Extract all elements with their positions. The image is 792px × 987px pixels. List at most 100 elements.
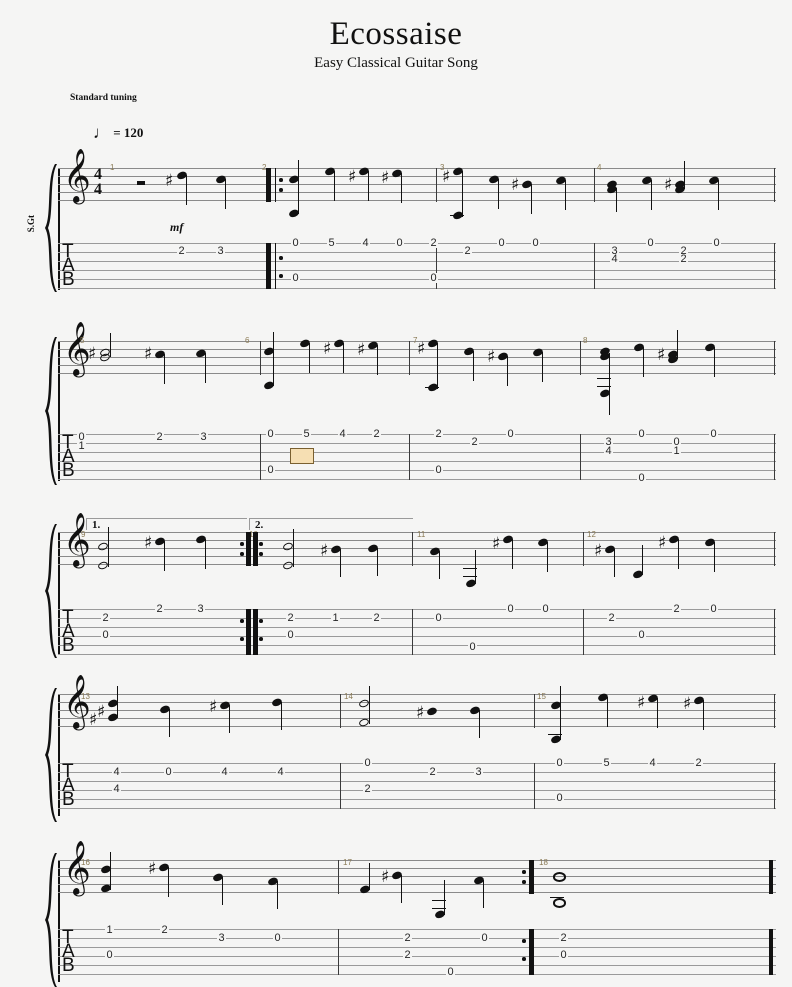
tab-fret-number[interactable]: 0 (506, 604, 516, 615)
tab-fret-number[interactable]: 3 (216, 246, 226, 257)
note-stem (108, 527, 110, 567)
tab-fret-number[interactable]: 2 (429, 238, 439, 249)
note-stem (309, 343, 311, 373)
tab-fret-number[interactable]: 3 (196, 604, 206, 615)
final-barline-tab (769, 929, 773, 975)
tab-fret-number[interactable]: 0 (531, 238, 541, 249)
tab-fret-number[interactable]: 1 (331, 613, 341, 624)
sharp-accidental-icon: ♯ (492, 534, 501, 554)
tab-fret-number[interactable]: 2 (428, 767, 438, 778)
tab-fret-number[interactable]: 2 (470, 437, 480, 448)
tab-fret-number[interactable]: 2 (155, 604, 165, 615)
tab-fret-number[interactable]: 0 (555, 793, 565, 804)
repeat-dot (522, 880, 526, 884)
tab-fret-number[interactable]: 2 (177, 246, 187, 257)
tab-fret-number[interactable]: 2 (607, 613, 617, 624)
barline-tab (594, 243, 596, 289)
tab-fret-number[interactable]: 0 (541, 604, 551, 615)
tab-fret-number[interactable]: 4 (361, 238, 371, 249)
tab-fret-number[interactable]: 0 (101, 630, 111, 641)
tab-fret-number[interactable]: 0 (709, 604, 719, 615)
barline-end (774, 694, 776, 728)
sharp-accidental-icon: ♯ (320, 541, 329, 561)
tab-fret-number[interactable]: 0 (637, 473, 647, 484)
barline (580, 341, 582, 375)
tab-fret-number[interactable]: 2 (679, 254, 689, 265)
tab-fret-number[interactable]: 0 (712, 238, 722, 249)
tab-fret-number[interactable]: 2 (101, 613, 111, 624)
tab-fret-number[interactable]: 4 (220, 767, 230, 778)
tab-fret-number[interactable]: 0 (273, 933, 283, 944)
note-stem (657, 698, 659, 728)
tab-fret-number[interactable]: 1 (672, 446, 682, 457)
tab-fret-number[interactable]: 2 (434, 429, 444, 440)
barline-tab (340, 763, 342, 809)
sharp-accidental-icon: ♯ (417, 339, 426, 359)
tab-fret-number[interactable]: 0 (266, 465, 276, 476)
tab-fret-number[interactable]: 2 (372, 429, 382, 440)
tab-fret-number[interactable]: 0 (291, 273, 301, 284)
tab-fret-number[interactable]: 0 (709, 429, 719, 440)
tab-fret-number[interactable]: 4 (112, 784, 122, 795)
measure-number: 16 (81, 858, 90, 867)
tab-fret-number[interactable]: 0 (429, 273, 439, 284)
sharp-accidental-icon: ♯ (416, 703, 425, 723)
measure-number: 14 (344, 692, 353, 701)
repeat-dot (279, 256, 283, 260)
tab-fret-number[interactable]: 5 (327, 238, 337, 249)
tab-fret-number[interactable]: 2 (155, 432, 165, 443)
tab-fret-number[interactable]: 0 (480, 933, 490, 944)
tab-fret-number[interactable]: 4 (610, 254, 620, 265)
tab-fret-number[interactable]: 0 (164, 767, 174, 778)
note-stem (277, 881, 279, 909)
note-stem (439, 551, 441, 579)
barline-tab (409, 434, 411, 480)
tab-fret-number[interactable]: 4 (112, 767, 122, 778)
tab-fret-number[interactable]: 0 (559, 950, 569, 961)
tab-fret-number[interactable]: 1 (105, 925, 115, 936)
tab-fret-number[interactable]: 2 (160, 925, 170, 936)
tab-fret-number[interactable]: 0 (646, 238, 656, 249)
tab-fret-number[interactable]: 0 (266, 429, 276, 440)
tab-fret-number[interactable]: 1 (77, 441, 87, 452)
tab-fret-number[interactable]: 0 (446, 967, 456, 978)
repeat-dot (259, 619, 263, 623)
tab-fret-number[interactable]: 0 (468, 642, 478, 653)
tab-fret-number[interactable]: 2 (559, 933, 569, 944)
tab-fret-number[interactable]: 0 (506, 429, 516, 440)
barline (409, 341, 411, 375)
tab-fret-number[interactable]: 0 (637, 630, 647, 641)
tab-fret-number[interactable]: 0 (434, 613, 444, 624)
tab-fret-number[interactable]: 2 (694, 758, 704, 769)
tab-letter-b: B (62, 789, 75, 810)
tab-fret-number[interactable]: 4 (338, 429, 348, 440)
tab-fret-number[interactable]: 2 (403, 933, 413, 944)
tab-fret-number[interactable]: 2 (372, 613, 382, 624)
tab-fret-number[interactable]: 2 (363, 784, 373, 795)
tab-fret-number[interactable]: 0 (395, 238, 405, 249)
tab-fret-number[interactable]: 4 (276, 767, 286, 778)
tab-fret-number[interactable]: 0 (555, 758, 565, 769)
tab-fret-number[interactable]: 0 (497, 238, 507, 249)
note-stem (225, 179, 227, 209)
tab-fret-number[interactable]: 3 (474, 767, 484, 778)
tab-fret-number[interactable]: 3 (217, 933, 227, 944)
tab-fret-number[interactable]: 5 (602, 758, 612, 769)
tab-fret-number[interactable]: 2 (286, 613, 296, 624)
tab-fret-number[interactable]: 0 (637, 429, 647, 440)
tab-fret-number[interactable]: 0 (286, 630, 296, 641)
measure-number: 9 (81, 530, 86, 539)
tab-fret-number[interactable]: 4 (604, 446, 614, 457)
tab-fret-number[interactable]: 3 (199, 432, 209, 443)
tab-fret-number[interactable]: 0 (434, 465, 444, 476)
tab-fret-number[interactable]: 2 (672, 604, 682, 615)
tab-edit-cursor[interactable] (290, 448, 314, 464)
tab-fret-number[interactable]: 4 (648, 758, 658, 769)
tab-fret-number[interactable]: 0 (363, 758, 373, 769)
tab-fret-number[interactable]: 2 (463, 246, 473, 257)
tab-fret-number[interactable]: 5 (302, 429, 312, 440)
repeat-end-barline (529, 860, 534, 894)
tab-fret-number[interactable]: 2 (403, 950, 413, 961)
tab-fret-number[interactable]: 0 (105, 950, 115, 961)
tab-fret-number[interactable]: 0 (291, 238, 301, 249)
